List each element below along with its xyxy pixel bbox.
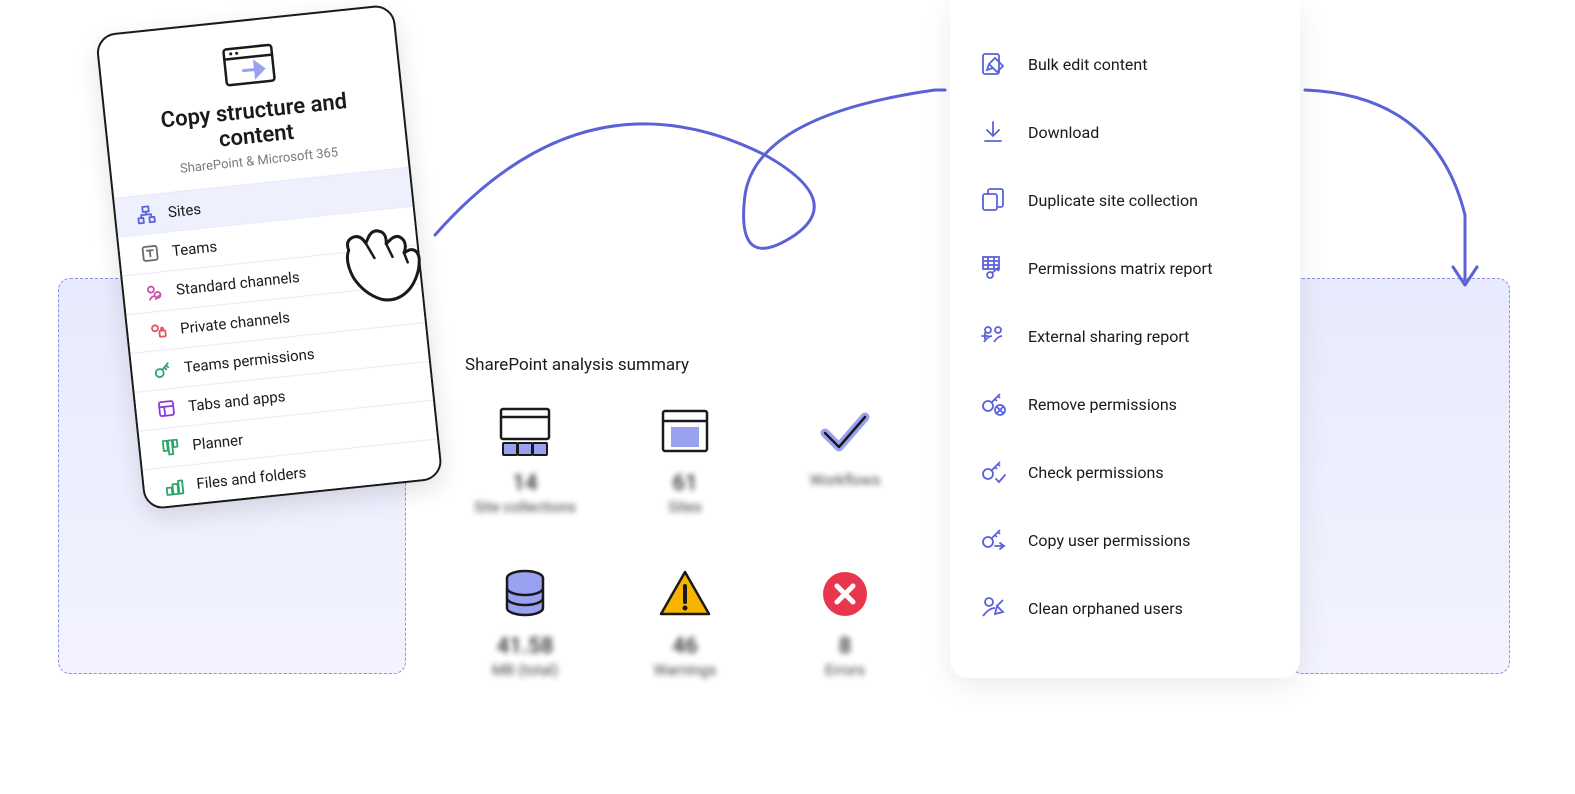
stat-label: Warnings bbox=[625, 661, 745, 679]
stat-value: 14 bbox=[465, 471, 585, 496]
action-label: Check permissions bbox=[1028, 463, 1164, 482]
check-icon bbox=[815, 403, 875, 459]
stat-label: Errors bbox=[785, 661, 905, 679]
action-label: Duplicate site collection bbox=[1028, 191, 1198, 210]
stat-label: Workflows bbox=[785, 471, 905, 489]
copy-perm-icon bbox=[978, 526, 1008, 554]
stat-site-collections: 14 Site collections bbox=[465, 403, 585, 516]
action-label: Permissions matrix report bbox=[1028, 259, 1213, 278]
site-icon bbox=[655, 403, 715, 459]
copy-item-label: Tabs and apps bbox=[187, 387, 286, 415]
stat-label: Sites bbox=[625, 498, 745, 516]
stat-value: 61 bbox=[625, 471, 745, 496]
action-check-permissions[interactable]: Check permissions bbox=[978, 438, 1272, 506]
private-channels-icon bbox=[147, 320, 169, 342]
action-duplicate-site-collection[interactable]: Duplicate site collection bbox=[978, 166, 1272, 234]
stat-value: 8 bbox=[785, 634, 905, 659]
action-clean-orphaned-users[interactable]: Clean orphaned users bbox=[978, 574, 1272, 642]
key-icon bbox=[151, 358, 173, 380]
action-external-sharing-report[interactable]: External sharing report bbox=[978, 302, 1272, 370]
action-bulk-edit-content[interactable]: Bulk edit content bbox=[978, 30, 1272, 98]
copy-item-label: Standard channels bbox=[175, 268, 300, 299]
remove-perm-icon bbox=[978, 390, 1008, 418]
edit-icon bbox=[978, 50, 1008, 78]
duplicate-icon bbox=[978, 186, 1008, 214]
files-icon bbox=[164, 475, 186, 497]
action-label: Bulk edit content bbox=[1028, 55, 1147, 74]
analysis-title: SharePoint analysis summary bbox=[465, 355, 905, 375]
copy-item-label: Private channels bbox=[179, 308, 291, 337]
bg-panel-right bbox=[1290, 278, 1510, 674]
tabs-icon bbox=[155, 397, 177, 419]
warning-icon bbox=[655, 566, 715, 622]
browser-arrow-icon bbox=[219, 38, 280, 92]
action-label: External sharing report bbox=[1028, 327, 1189, 346]
action-download[interactable]: Download bbox=[978, 98, 1272, 166]
planner-icon bbox=[159, 436, 181, 458]
channels-icon bbox=[143, 281, 165, 303]
action-permissions-matrix-report[interactable]: Permissions matrix report bbox=[978, 234, 1272, 302]
copy-item-label: Files and folders bbox=[195, 463, 307, 492]
analysis-summary: SharePoint analysis summary 14 Site colle… bbox=[465, 355, 905, 679]
sites-icon bbox=[135, 203, 157, 225]
check-perm-icon bbox=[978, 458, 1008, 486]
stat-label: Site collections bbox=[465, 498, 585, 516]
error-icon bbox=[815, 566, 875, 622]
copy-item-label: Planner bbox=[191, 430, 243, 453]
storage-icon bbox=[495, 566, 555, 622]
stat-value: 46 bbox=[625, 634, 745, 659]
stat-mb-total-: 41.58 MB (total) bbox=[465, 566, 585, 679]
pointer-hand-icon bbox=[310, 185, 449, 324]
matrix-icon bbox=[978, 254, 1008, 282]
copy-item-label: Teams bbox=[171, 237, 218, 260]
stat-workflows: Workflows bbox=[785, 403, 905, 516]
stat-value: 41.58 bbox=[465, 634, 585, 659]
copy-item-label: Sites bbox=[167, 200, 202, 221]
stat-label: MB (total) bbox=[465, 661, 585, 679]
action-copy-user-permissions[interactable]: Copy user permissions bbox=[978, 506, 1272, 574]
action-label: Download bbox=[1028, 123, 1099, 142]
stat-sites: 61 Sites bbox=[625, 403, 745, 516]
copy-item-label: Teams permissions bbox=[183, 344, 315, 376]
action-label: Copy user permissions bbox=[1028, 531, 1190, 550]
action-label: Remove permissions bbox=[1028, 395, 1177, 414]
site-collections-icon bbox=[495, 403, 555, 459]
teams-icon bbox=[139, 242, 161, 264]
share-icon bbox=[978, 322, 1008, 350]
clean-icon bbox=[978, 594, 1008, 622]
actions-panel: Bulk edit content Download Duplicate site … bbox=[950, 0, 1300, 678]
stat-warnings: 46 Warnings bbox=[625, 566, 745, 679]
action-label: Clean orphaned users bbox=[1028, 599, 1183, 618]
download-icon bbox=[978, 118, 1008, 146]
action-remove-permissions[interactable]: Remove permissions bbox=[978, 370, 1272, 438]
stat-errors: 8 Errors bbox=[785, 566, 905, 679]
